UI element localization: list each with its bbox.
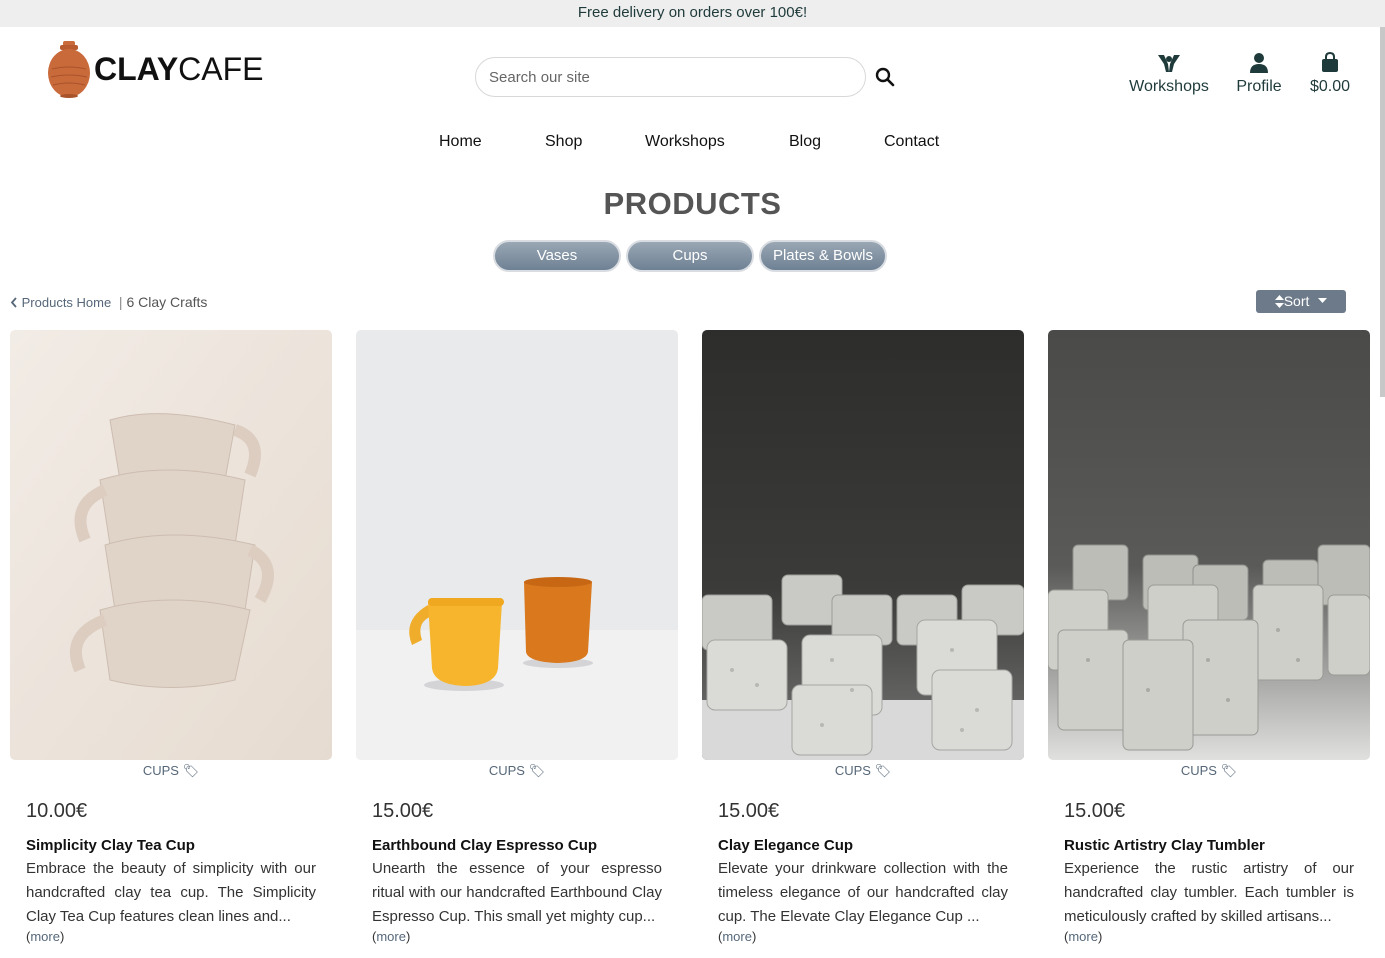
chevron-left-icon bbox=[10, 297, 17, 308]
product-category-tag[interactable]: CUPS 🏷 bbox=[10, 763, 332, 779]
product-price: 15.00€ bbox=[372, 800, 434, 822]
category-vases-button[interactable]: Vases bbox=[493, 240, 621, 272]
site-logo[interactable]: CLAYCAFE bbox=[46, 38, 264, 100]
product-count: 6 Clay Crafts bbox=[126, 294, 208, 310]
tags-icon: 🏷 bbox=[874, 763, 892, 778]
product-price: 10.00€ bbox=[26, 800, 88, 822]
more-link-wrap: (more) bbox=[1064, 929, 1103, 944]
category-cups-button[interactable]: Cups bbox=[626, 240, 754, 272]
more-link-wrap: (more) bbox=[718, 929, 757, 944]
header-bag-total: $0.00 bbox=[1309, 78, 1351, 95]
breadcrumb-separator: | bbox=[118, 294, 123, 310]
product-image-elegance-cups[interactable] bbox=[702, 330, 1024, 760]
search-icon[interactable] bbox=[874, 66, 896, 88]
products-home-link[interactable]: Products Home bbox=[10, 295, 115, 310]
logo-wordmark: CLAYCAFE bbox=[94, 50, 264, 87]
header-workshops-link[interactable]: Workshops bbox=[1125, 52, 1213, 96]
more-link-wrap: (more) bbox=[26, 929, 65, 944]
header-profile-link[interactable]: Profile bbox=[1230, 52, 1288, 96]
search-input[interactable] bbox=[475, 57, 866, 97]
product-image-tea-cups[interactable] bbox=[10, 330, 332, 760]
header-profile-label: Profile bbox=[1236, 78, 1282, 95]
breadcrumb: Products Home | 6 Clay Crafts bbox=[10, 294, 207, 310]
nav-home[interactable]: Home bbox=[439, 133, 482, 151]
product-price: 15.00€ bbox=[718, 800, 780, 822]
nav-workshops[interactable]: Workshops bbox=[645, 133, 725, 151]
sort-label: Sort bbox=[1283, 293, 1310, 309]
product-description: Unearth the essence of your espresso rit… bbox=[372, 860, 662, 925]
tags-icon: 🏷 bbox=[1220, 763, 1238, 778]
user-icon bbox=[1250, 53, 1268, 73]
tags-icon: 🏷 bbox=[182, 763, 200, 778]
product-category-tag[interactable]: CUPS 🏷 bbox=[356, 763, 678, 779]
product-name[interactable]: Rustic Artistry Clay Tumbler bbox=[1064, 837, 1370, 854]
header-workshops-label: Workshops bbox=[1129, 78, 1209, 95]
clay-pot-logo-icon bbox=[48, 41, 90, 98]
more-link[interactable]: more bbox=[722, 929, 752, 944]
product-description: Experience the rustic artistry of our ha… bbox=[1064, 860, 1354, 925]
header-bag-link[interactable]: $0.00 bbox=[1303, 52, 1357, 96]
product-category-tag[interactable]: CUPS 🏷 bbox=[702, 763, 1024, 779]
main-nav: Home Shop Workshops Blog Contact bbox=[0, 133, 1385, 155]
delivery-banner: Free delivery on orders over 100€! bbox=[0, 0, 1385, 27]
sort-dropdown-button[interactable]: Sort bbox=[1256, 290, 1346, 313]
product-card[interactable]: CUPS 🏷 15.00€ Clay Elegance Cup Elevate … bbox=[702, 330, 1024, 944]
nav-contact[interactable]: Contact bbox=[884, 133, 939, 151]
product-description: Embrace the beauty of simplicity with ou… bbox=[26, 860, 316, 925]
tags-icon: 🏷 bbox=[528, 763, 546, 778]
product-name[interactable]: Clay Elegance Cup bbox=[718, 837, 1024, 854]
nav-shop[interactable]: Shop bbox=[545, 133, 582, 151]
product-category-tag[interactable]: CUPS 🏷 bbox=[1048, 763, 1370, 779]
nav-blog[interactable]: Blog bbox=[789, 133, 821, 151]
caret-down-icon bbox=[1318, 298, 1328, 303]
product-card[interactable]: CUPS 🏷 10.00€ Simplicity Clay Tea Cup Em… bbox=[10, 330, 332, 944]
more-link[interactable]: more bbox=[30, 929, 60, 944]
product-description: Elevate your drinkware collection with t… bbox=[718, 860, 1008, 925]
category-plates-bowls-button[interactable]: Plates & Bowls bbox=[759, 240, 887, 272]
product-price: 15.00€ bbox=[1064, 800, 1126, 822]
sort-icon bbox=[1274, 295, 1284, 308]
shopping-bag-icon bbox=[1322, 52, 1338, 72]
product-image-espresso-cups[interactable] bbox=[356, 330, 678, 760]
product-name[interactable]: Simplicity Clay Tea Cup bbox=[26, 837, 332, 854]
hands-icon bbox=[1158, 55, 1180, 72]
product-name[interactable]: Earthbound Clay Espresso Cup bbox=[372, 837, 678, 854]
product-card[interactable]: CUPS 🏷 15.00€ Rustic Artistry Clay Tumbl… bbox=[1048, 330, 1370, 944]
product-image-clay-tumblers[interactable] bbox=[1048, 330, 1370, 760]
page-title: PRODUCTS bbox=[603, 186, 782, 221]
more-link-wrap: (more) bbox=[372, 929, 411, 944]
more-link[interactable]: more bbox=[376, 929, 406, 944]
page-scrollbar[interactable] bbox=[1380, 27, 1385, 397]
more-link[interactable]: more bbox=[1068, 929, 1098, 944]
product-card[interactable]: CUPS 🏷 15.00€ Earthbound Clay Espresso C… bbox=[356, 330, 678, 944]
